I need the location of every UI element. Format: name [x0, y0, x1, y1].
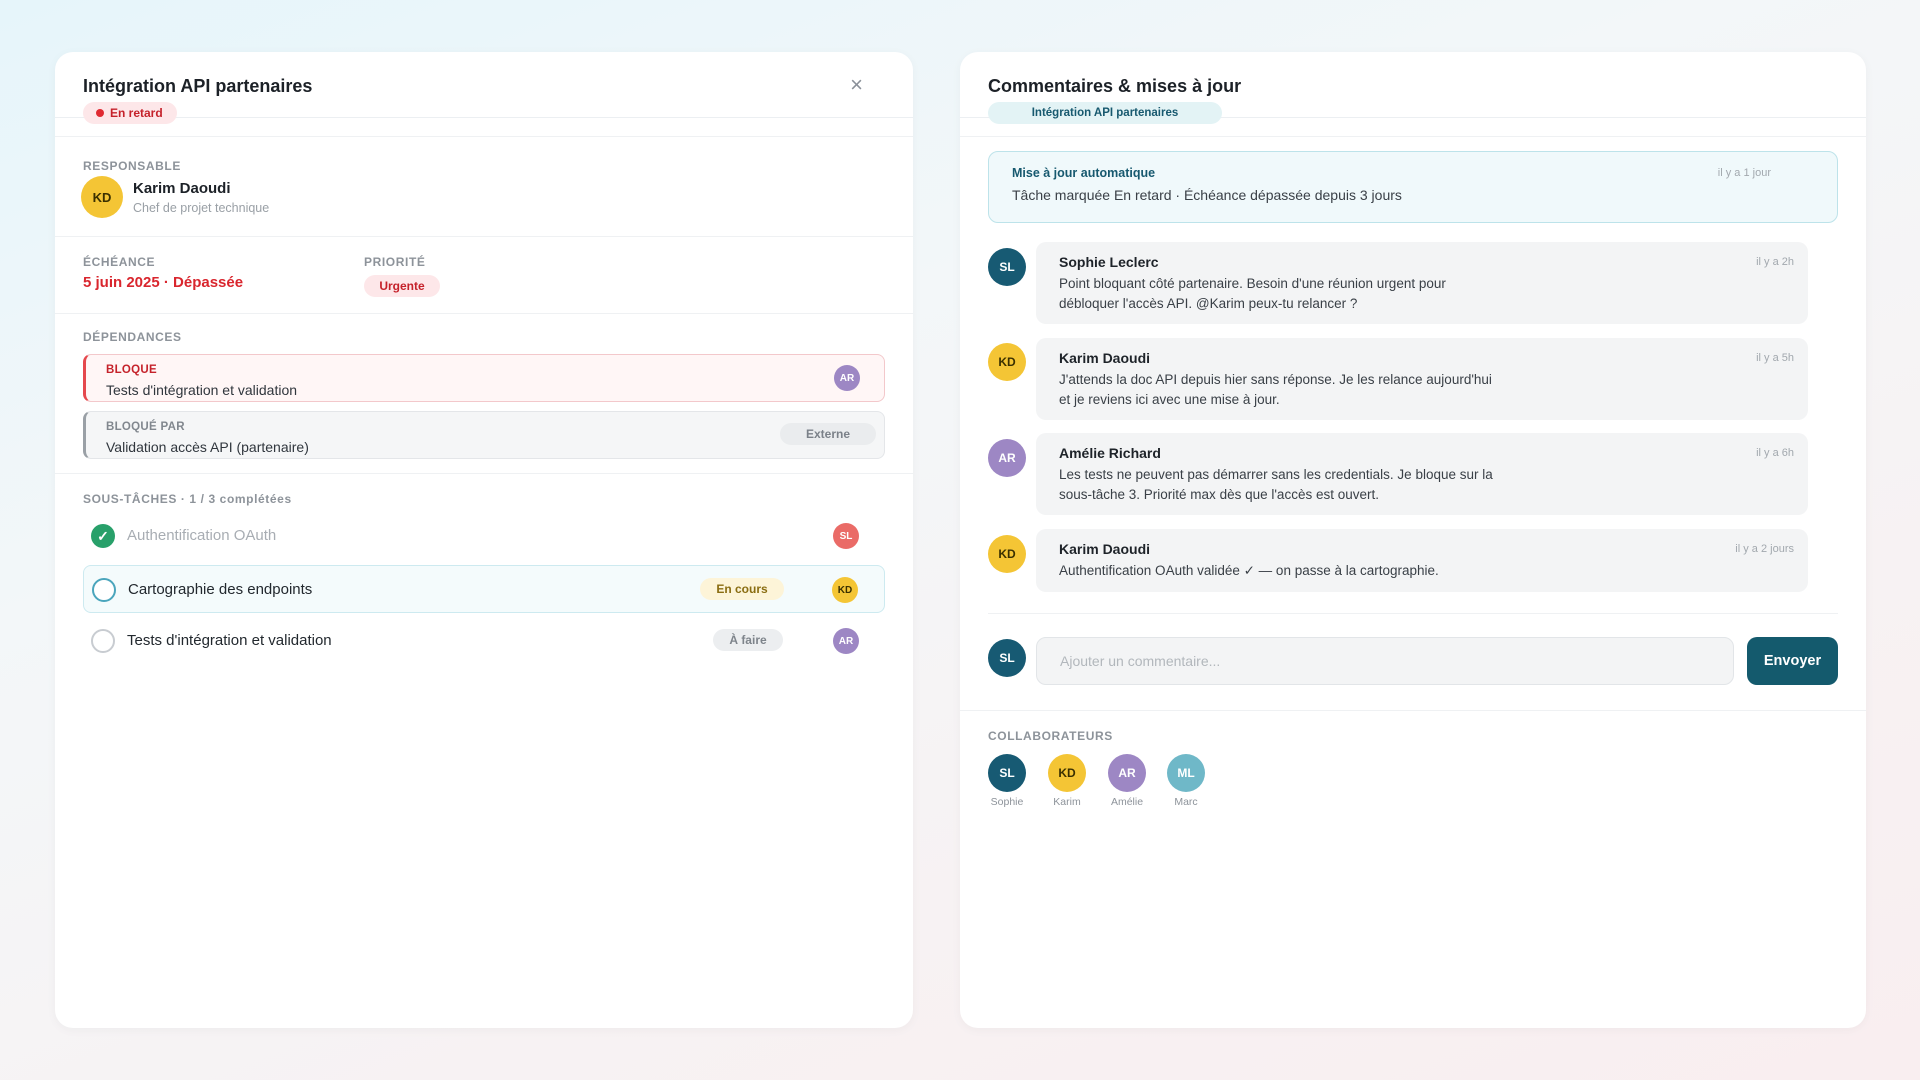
divider	[55, 313, 913, 314]
collaborator-avatar: AR	[1108, 754, 1146, 792]
collaborator-avatar: SL	[988, 754, 1026, 792]
collaborator-name: Amélie	[1110, 796, 1144, 808]
checkbox-icon[interactable]	[91, 629, 115, 653]
dependency-kind: BLOQUÉ PAR	[106, 421, 185, 433]
timestamp: il y a 5h	[1756, 352, 1794, 364]
project-badge: Intégration API partenaires	[988, 102, 1222, 124]
comment-text: Authentification OAuth validée ✓ — on pa…	[1059, 563, 1439, 578]
subtask-item[interactable]: ✓ Authentification OAuth SL	[83, 512, 885, 560]
task-header: Intégration API partenaires × En retard	[55, 52, 913, 124]
comment-author: Karim Daoudi	[1059, 541, 1151, 557]
comment-avatar: KD	[988, 535, 1026, 573]
due-label: ÉCHÉANCE	[83, 255, 156, 269]
timestamp: il y a 6h	[1756, 447, 1794, 459]
subtask-item[interactable]: Cartographie des endpoints En cours KD	[83, 565, 885, 613]
status-badge: En retard	[83, 102, 177, 124]
comment-item: Karim Daoudi il y a 2 jours Authentifica…	[1036, 529, 1808, 592]
divider	[960, 710, 1866, 711]
dependency-title: Validation accès API (partenaire)	[106, 439, 309, 455]
assignee-avatar: AR	[834, 365, 860, 391]
comment-author: Sophie Leclerc	[1059, 254, 1159, 270]
task-title: Intégration API partenaires	[83, 76, 313, 96]
dependencies-label: DÉPENDANCES	[83, 330, 182, 344]
assignee-avatar: SL	[833, 523, 859, 549]
composer-avatar: SL	[988, 639, 1026, 677]
divider	[55, 136, 913, 137]
timestamp: il y a 1 jour	[1717, 167, 1771, 179]
comment-text: Les tests ne peuvent pas démarrer sans l…	[1059, 467, 1493, 502]
due-date: 5 juin 2025 · Dépassée	[83, 274, 244, 291]
collaborator-avatar: ML	[1167, 754, 1205, 792]
status-dot-icon	[96, 109, 104, 117]
owner-avatar: KD	[81, 176, 123, 218]
status-badge-label: En retard	[110, 106, 163, 120]
priority-badge: Urgente	[364, 275, 440, 297]
status-badge: À faire	[713, 629, 783, 651]
comment-author: Karim Daoudi	[1059, 350, 1151, 366]
timestamp: il y a 2h	[1756, 256, 1794, 268]
checkmark-icon[interactable]: ✓	[91, 524, 115, 548]
collaborator-name: Marc	[1174, 796, 1198, 808]
collaborators-label: COLLABORATEURS	[988, 729, 1113, 743]
status-badge: En cours	[700, 578, 784, 600]
comment-item: Karim Daoudi il y a 5h J'attends la doc …	[1036, 338, 1808, 420]
comment-avatar: SL	[988, 248, 1026, 286]
assignee-avatar: AR	[833, 628, 859, 654]
assignee-avatar: KD	[832, 577, 858, 603]
comment-item: Sophie Leclerc il y a 2h Point bloquant …	[1036, 242, 1808, 324]
collaborator-name: Sophie	[990, 796, 1024, 808]
dependency-kind: BLOQUE	[106, 364, 157, 376]
dependency-blocked-by[interactable]: BLOQUÉ PAR Validation accès API (partena…	[83, 411, 885, 459]
comments-header: Commentaires & mises à jour Intégration …	[960, 52, 1866, 124]
priority-label: PRIORITÉ	[364, 255, 426, 269]
auto-update-text: Tâche marquée En retard · Échéance dépas…	[1012, 187, 1402, 203]
subtask-title: Authentification OAuth	[127, 527, 277, 544]
subtask-title: Tests d'intégration et validation	[127, 632, 332, 649]
comment-item: Amélie Richard il y a 6h Les tests ne pe…	[1036, 433, 1808, 515]
auto-update-notice: Mise à jour automatique Tâche marquée En…	[988, 151, 1838, 223]
collaborator-avatar: KD	[1048, 754, 1086, 792]
collaborator-name: Karim	[1053, 796, 1081, 808]
send-button[interactable]: Envoyer	[1747, 637, 1838, 685]
subtask-item[interactable]: Tests d'intégration et validation À fair…	[83, 617, 885, 665]
dependency-title: Tests d'intégration et validation	[106, 382, 298, 398]
owner-label: RESPONSABLE	[83, 159, 181, 173]
divider	[55, 236, 913, 237]
close-icon[interactable]: ×	[850, 74, 863, 96]
task-detail-panel: Intégration API partenaires × En retard …	[55, 52, 913, 1028]
external-tag: Externe	[780, 423, 876, 445]
comment-avatar: KD	[988, 343, 1026, 381]
dependency-blocks[interactable]: BLOQUE Tests d'intégration et validation…	[83, 354, 885, 402]
subtask-title: Cartographie des endpoints	[128, 581, 313, 598]
divider	[55, 473, 913, 474]
subtasks-label: SOUS-TÂCHES · 1 / 3 complétées	[83, 492, 292, 506]
comment-input[interactable]	[1036, 637, 1734, 685]
comment-avatar: AR	[988, 439, 1026, 477]
divider	[960, 136, 1866, 137]
comment-text: Point bloquant côté partenaire. Besoin d…	[1059, 276, 1446, 311]
comments-title: Commentaires & mises à jour	[988, 76, 1242, 96]
divider	[988, 613, 1838, 614]
comments-panel: Commentaires & mises à jour Intégration …	[960, 52, 1866, 1028]
checkbox-icon[interactable]	[92, 578, 116, 602]
owner-name: Karim Daoudi	[133, 180, 231, 197]
owner-role: Chef de projet technique	[133, 201, 270, 215]
timestamp: il y a 2 jours	[1735, 543, 1794, 555]
comment-author: Amélie Richard	[1059, 445, 1161, 461]
auto-update-label: Mise à jour automatique	[1012, 166, 1156, 180]
comment-text: J'attends la doc API depuis hier sans ré…	[1059, 372, 1492, 407]
